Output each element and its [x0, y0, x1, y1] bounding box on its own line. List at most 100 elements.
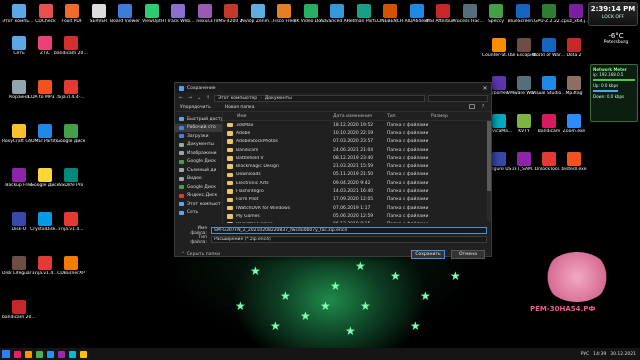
column-header-date[interactable]: Дата изменения — [333, 114, 387, 119]
close-icon[interactable]: ✕ — [479, 85, 491, 92]
new-folder-button[interactable]: Новая папка — [225, 105, 255, 110]
star-icon: ★ — [270, 319, 281, 333]
nav-item[interactable]: Изображени — [175, 149, 222, 158]
search-input[interactable] — [428, 94, 488, 102]
star-icon: ★ — [360, 299, 371, 313]
file-row[interactable]: Rockstar Games 06.12.2019 8:15Папка с фай… — [223, 221, 491, 223]
folder-icon — [179, 159, 184, 164]
desktop-icon[interactable]: Google Диск — [54, 124, 88, 154]
app-icon — [567, 76, 581, 90]
view-options-icon[interactable] — [469, 104, 475, 109]
help-icon[interactable]: ? — [480, 104, 486, 110]
folder-icon — [227, 172, 233, 178]
nav-item[interactable]: Загрузки — [175, 132, 222, 141]
nav-item[interactable]: Съемный ди — [175, 166, 222, 175]
nav-item[interactable]: Документы — [175, 141, 222, 150]
desktop-icon-label: fxja.rl.4.4-... — [57, 95, 85, 100]
taskbar-app-icon[interactable] — [47, 350, 54, 358]
app-icon — [12, 256, 26, 270]
up-arrow-icon[interactable]: ↑ — [205, 95, 211, 101]
desktop-icon[interactable]: Zoom.exe — [557, 114, 591, 144]
chevron-down-icon[interactable]: ⌄ — [196, 95, 202, 101]
column-header-name[interactable]: Имя — [223, 114, 333, 119]
dialog-fields: Имя файла: SM-G307FN_2_20210208220837_fw… — [175, 223, 491, 245]
file-row[interactable]: 3dsMax 18.12.2020 19:52 Папка с файлами — [223, 121, 491, 129]
app-icon — [12, 36, 26, 50]
file-name-cell: Flashintegro — [223, 189, 333, 194]
nav-item[interactable]: Google Диск — [175, 158, 222, 167]
hide-folders-toggle[interactable]: ⌃ Скрыть папки — [181, 252, 220, 257]
file-date: 05.06.2020 12:59 — [333, 213, 374, 219]
nav-item[interactable]: Этот компьют — [175, 200, 222, 209]
network-meter-line: ip: 192.168.0.5 — [593, 72, 624, 77]
desktop-icon[interactable]: CDBurnerXP — [54, 256, 88, 286]
file-type: Папка с файлами — [387, 172, 429, 178]
back-arrow-icon[interactable]: ← — [178, 95, 184, 101]
file-row[interactable]: Bandicam 24.06.2021 21:04 Папка с файлами — [223, 146, 491, 154]
scrollbar-thumb[interactable] — [487, 121, 491, 191]
desktop-icon[interactable]: fxja.rl.4.4-... — [54, 80, 88, 110]
address-bar[interactable]: Этот компьютер › Документы — [214, 94, 425, 102]
file-name-cell: My Games — [223, 214, 333, 219]
language-indicator[interactable]: РУС — [581, 352, 590, 357]
breadcrumb-item[interactable]: Этот компьютер — [218, 96, 257, 101]
nav-item[interactable]: Видео — [175, 175, 222, 184]
desktop-icon[interactable]: Fnja.v1.4... — [54, 212, 88, 242]
nav-item-label: Быстрый досту — [187, 116, 222, 122]
file-row[interactable]: Flashintegro 14.03.2021 16:40 Папка с файл… — [223, 187, 491, 195]
file-row[interactable]: IWatchDVR for Windows 07.06.2019 1:17 Папк… — [223, 204, 491, 212]
breadcrumb-item[interactable]: Документы — [265, 96, 292, 101]
file-name-cell: Downloads — [223, 172, 333, 177]
file-row[interactable]: Battlefield V 08.12.2019 23:40 Папка с фай… — [223, 154, 491, 162]
folder-icon — [179, 117, 184, 122]
file-row[interactable]: Form Pilot 17.09.2020 12:05 Папка с файлам… — [223, 196, 491, 204]
nav-item[interactable]: Быстрый досту — [175, 115, 222, 124]
nav-item[interactable]: Рабочий сто — [175, 123, 222, 132]
taskbar-app-icon[interactable] — [69, 350, 76, 358]
network-upload-bar — [593, 79, 635, 81]
start-button-windows-icon[interactable] — [2, 350, 10, 358]
taskbar-app-icon[interactable] — [14, 350, 21, 358]
file-row[interactable]: Blackmagic Design 21.03.2021 15:59 Папка с… — [223, 162, 491, 170]
desktop-icon[interactable]: Dota 2 — [557, 38, 591, 68]
file-row[interactable]: My Games 05.06.2020 12:59 Папка с файлами — [223, 212, 491, 220]
desktop-icon[interactable]: bandicam 2021-12-... — [2, 300, 36, 330]
app-icon — [492, 76, 506, 90]
nav-item[interactable]: Яндекс.Диск — [175, 192, 222, 201]
filetype-select[interactable]: Расширение (*.zip.enc4) — [211, 236, 487, 243]
dialog-app-icon — [179, 85, 184, 91]
file-row[interactable]: Adobe 10.10.2020 22:19 Папка с файлами — [223, 129, 491, 137]
desktop-icon[interactable]: SSDlife Pro — [54, 168, 88, 198]
nav-item[interactable]: Сеть — [175, 209, 222, 218]
taskbar-app-icon[interactable] — [36, 350, 43, 358]
clock-time: 2:39:14 PM — [590, 5, 636, 13]
save-button[interactable]: Сохранить — [411, 250, 445, 259]
file-list-scrollbar[interactable] — [487, 121, 491, 221]
column-header-size[interactable]: Размер — [431, 114, 471, 119]
folder-icon — [227, 214, 233, 219]
taskbar-app-icon[interactable] — [80, 350, 87, 358]
file-row[interactable]: Downloads 05.11.2019 21:50 Папка с файлами — [223, 171, 491, 179]
column-header-type[interactable]: Тип — [387, 114, 431, 119]
taskbar-date[interactable]: 30.12.2021 — [610, 352, 636, 357]
file-row[interactable]: AdobeStockPhotos 07.03.2020 23:57 Папка с … — [223, 138, 491, 146]
app-icon — [517, 38, 531, 52]
folder-icon — [227, 205, 233, 211]
desktop-icon[interactable]: bandicam 2021-12-... — [54, 36, 88, 66]
taskbar-app-icon[interactable] — [58, 350, 65, 358]
desktop-icon[interactable]: testedl.exe — [557, 152, 591, 182]
filename-field[interactable]: SM-G307FN_2_20210208220837_fwcdu0b07y_fa… — [211, 227, 487, 234]
forward-arrow-icon[interactable]: → — [187, 95, 193, 101]
file-row[interactable]: Electronic Arts 09.04.2020 9:42 Папка с фа… — [223, 179, 491, 187]
desktop-icon-label: Google Диск — [56, 139, 86, 144]
desktop-icon[interactable]: Mp3tag — [557, 76, 591, 106]
taskbar-app-icon[interactable] — [25, 350, 32, 358]
dialog-titlebar[interactable]: Сохранение ✕ — [175, 83, 491, 93]
app-icon — [492, 114, 506, 128]
nav-item[interactable]: Google Диск — [175, 183, 222, 192]
app-icon — [38, 80, 52, 94]
taskbar-time[interactable]: 14:39 — [593, 352, 606, 357]
star-icon: ★ — [390, 269, 401, 283]
organize-button[interactable]: Упорядочить — [180, 105, 211, 110]
cancel-button[interactable]: Отмена — [451, 250, 485, 259]
